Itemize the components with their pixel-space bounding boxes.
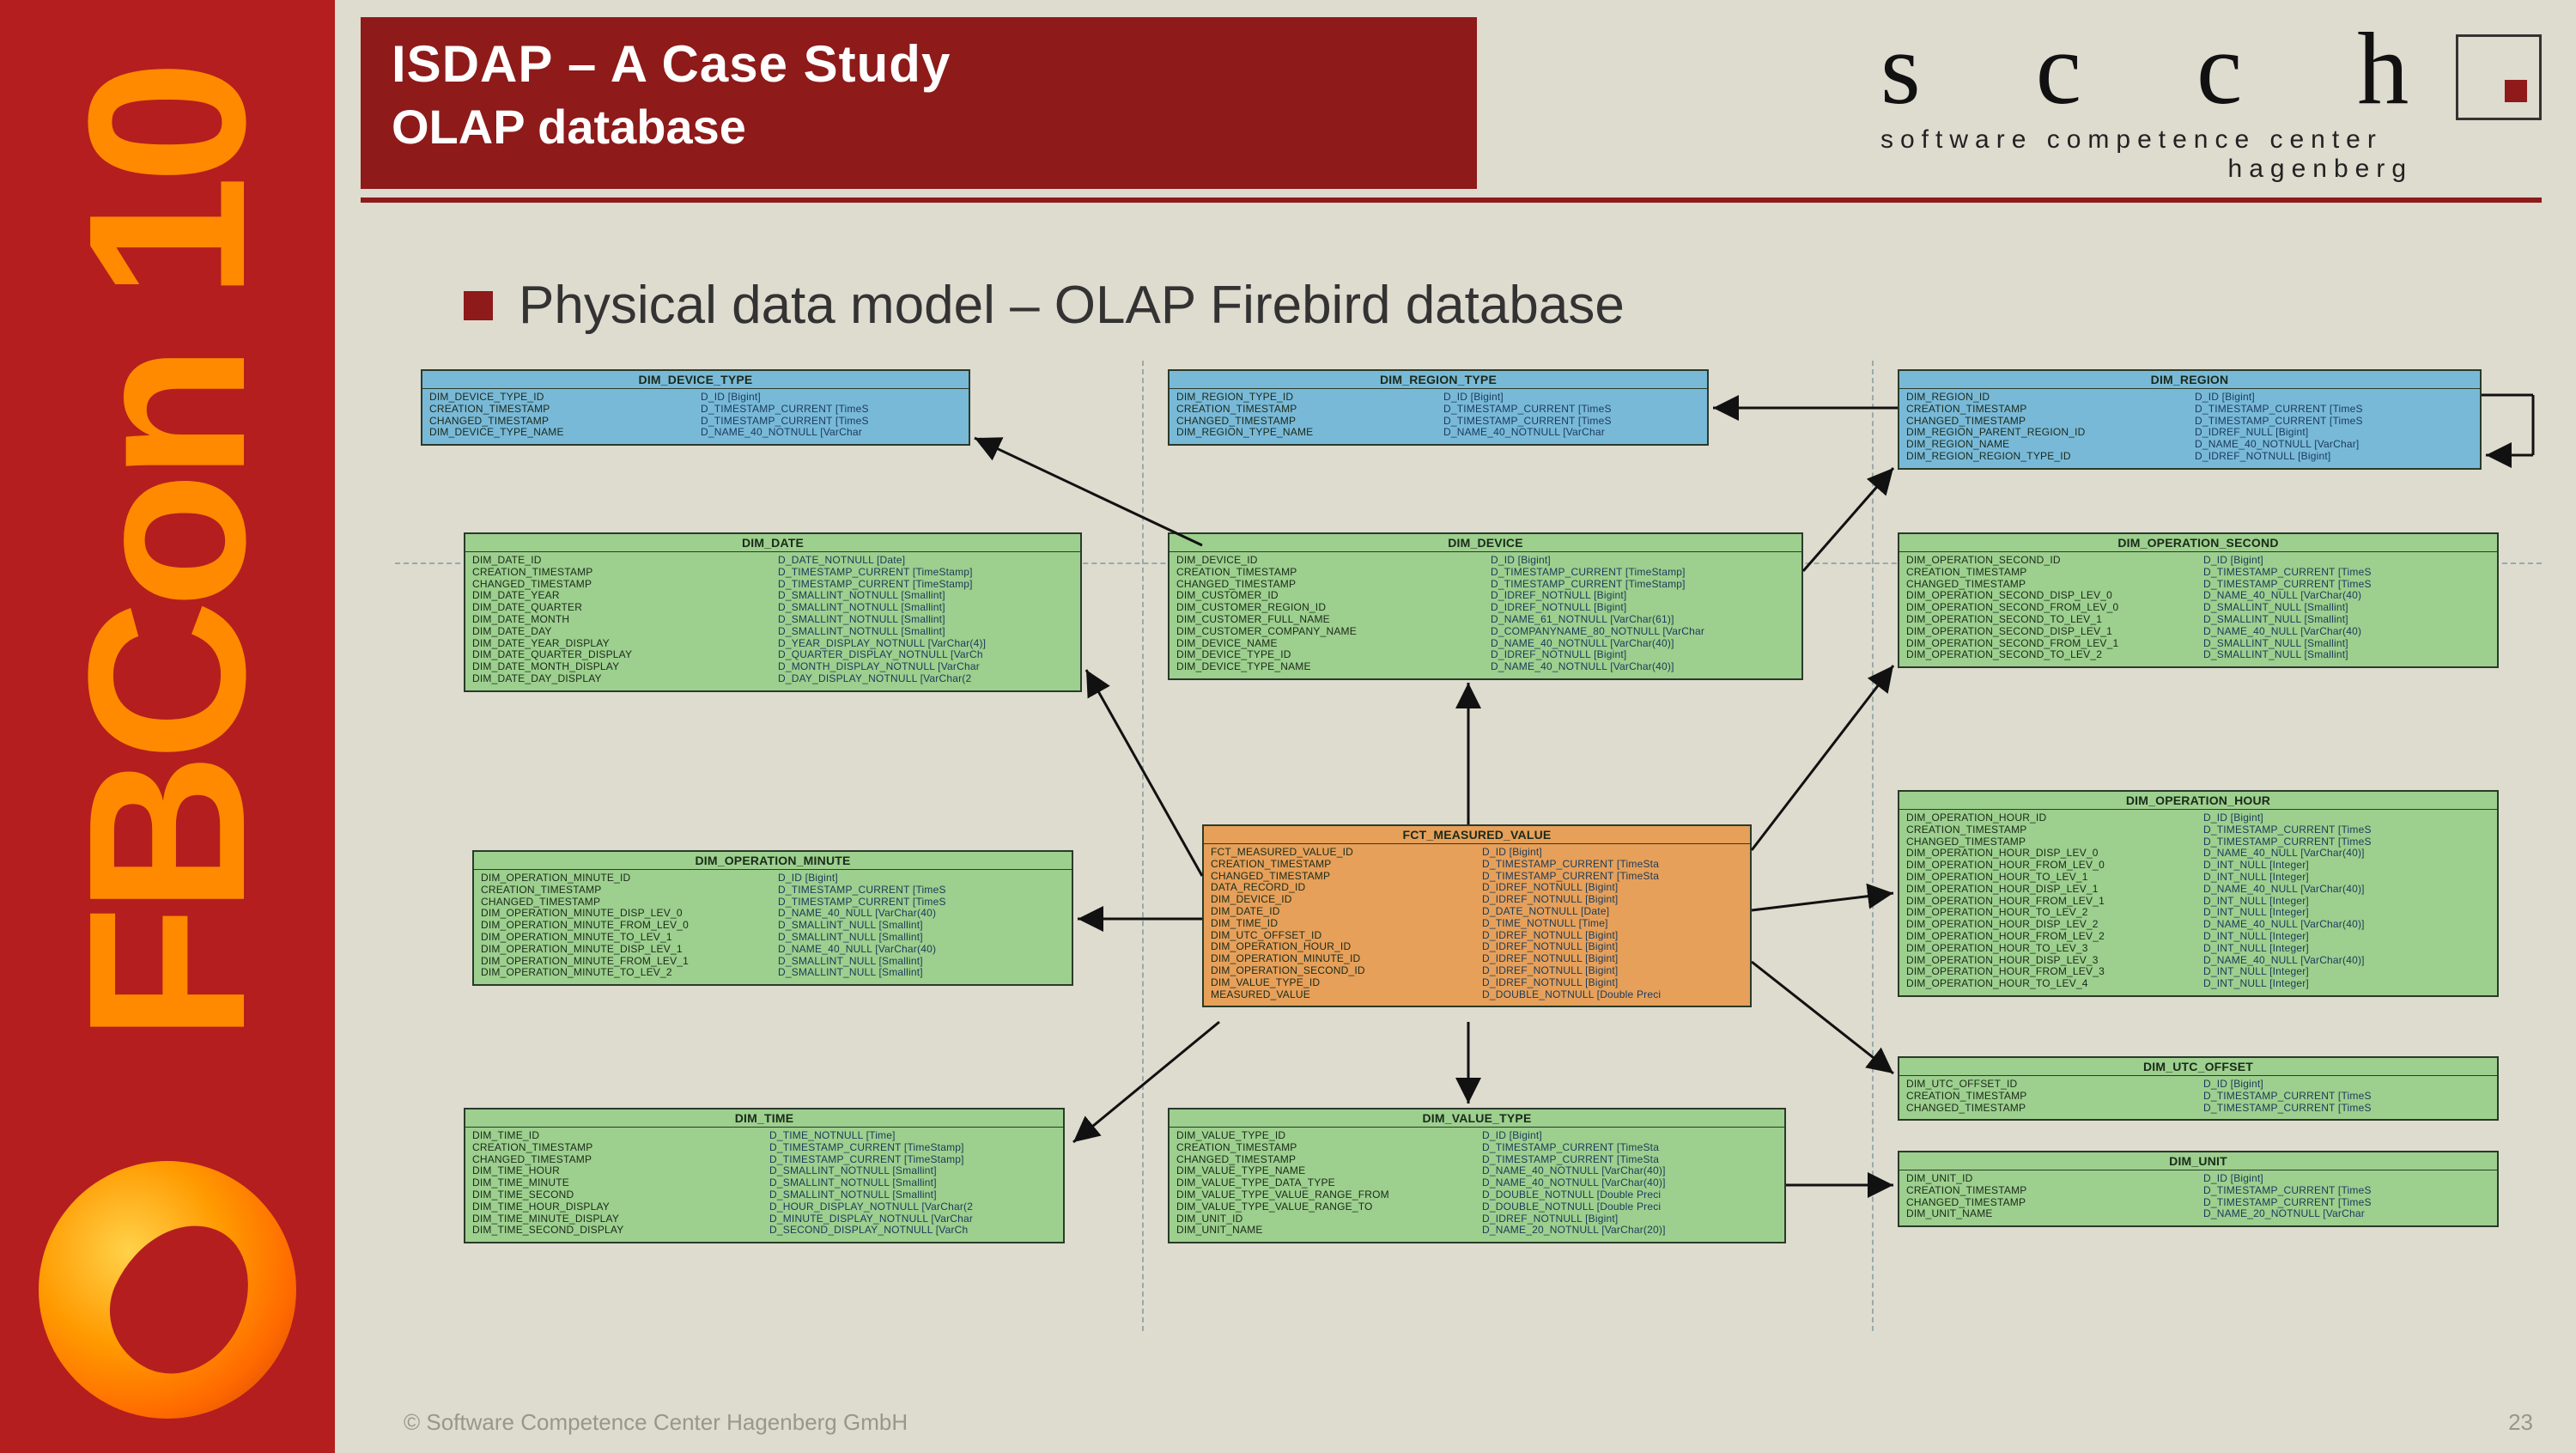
entity-dim-value-type: DIM_VALUE_TYPE DIM_VALUE_TYPE_ID CREATIO… — [1168, 1108, 1786, 1243]
entity-dim-utc-offset: DIM_UTC_OFFSET DIM_UTC_OFFSET_ID CREATIO… — [1898, 1056, 2499, 1121]
entity-dim-operation-second: DIM_OPERATION_SECOND DIM_OPERATION_SECON… — [1898, 532, 2499, 668]
entity-columns: DIM_OPERATION_MINUTE_ID CREATION_TIMESTA… — [481, 872, 768, 979]
entity-types: D_ID [Bigint] D_TIMESTAMP_CURRENT [TimeS… — [1443, 392, 1700, 439]
entity-types: D_ID [Bigint] D_TIMESTAMP_CURRENT [TimeS… — [2203, 1173, 2490, 1220]
entity-columns: DIM_DEVICE_ID CREATION_TIMESTAMP CHANGED… — [1176, 555, 1480, 673]
entity-types: D_ID [Bigint] D_TIMESTAMP_CURRENT [TimeS… — [1482, 847, 1743, 1000]
entity-types: D_ID [Bigint] D_TIMESTAMP_CURRENT [TimeS… — [2203, 555, 2490, 661]
section-heading: Physical data model – OLAP Firebird data… — [464, 275, 1625, 336]
conference-sidebar: FBCon 10 — [0, 0, 335, 1453]
entity-dim-device: DIM_DEVICE DIM_DEVICE_ID CREATION_TIMEST… — [1168, 532, 1803, 680]
entity-columns: DIM_OPERATION_SECOND_ID CREATION_TIMESTA… — [1906, 555, 2193, 661]
entity-title: DIM_UNIT — [1899, 1152, 2497, 1170]
entity-types: D_DATE_NOTNULL [Date] D_TIMESTAMP_CURREN… — [778, 555, 1073, 685]
entity-columns: DIM_VALUE_TYPE_ID CREATION_TIMESTAMP CHA… — [1176, 1130, 1472, 1237]
entity-columns: DIM_UNIT_ID CREATION_TIMESTAMP CHANGED_T… — [1906, 1173, 2193, 1220]
entity-title: DIM_OPERATION_HOUR — [1899, 792, 2497, 810]
entity-title: DIM_REGION — [1899, 371, 2480, 389]
entity-title: DIM_VALUE_TYPE — [1170, 1110, 1784, 1128]
scch-logo-text: s c c h — [1880, 17, 2516, 120]
entity-types: D_ID [Bigint] D_TIMESTAMP_CURRENT [TimeS… — [1491, 555, 1795, 673]
slide-subtitle: OLAP database — [392, 99, 1446, 155]
entity-columns: DIM_REGION_ID CREATION_TIMESTAMP CHANGED… — [1906, 392, 2184, 463]
entity-title: DIM_UTC_OFFSET — [1899, 1058, 2497, 1076]
slide-header: ISDAP – A Case Study OLAP database — [361, 17, 1477, 189]
header-divider — [361, 198, 2542, 203]
entity-dim-device-type: DIM_DEVICE_TYPE DIM_DEVICE_TYPE_ID CREAT… — [421, 369, 970, 446]
entity-dim-unit: DIM_UNIT DIM_UNIT_ID CREATION_TIMESTAMP … — [1898, 1151, 2499, 1227]
entity-dim-region-type: DIM_REGION_TYPE DIM_REGION_TYPE_ID CREAT… — [1168, 369, 1709, 446]
erd-canvas: DIM_DEVICE_TYPE DIM_DEVICE_TYPE_ID CREAT… — [395, 361, 2542, 1331]
entity-title: DIM_REGION_TYPE — [1170, 371, 1707, 389]
scch-tagline-1: software competence center — [1880, 125, 2516, 155]
entity-dim-time: DIM_TIME DIM_TIME_ID CREATION_TIMESTAMP … — [464, 1108, 1065, 1243]
entity-types: D_ID [Bigint] D_TIMESTAMP_CURRENT [TimeS… — [2195, 392, 2473, 463]
entity-columns: DIM_OPERATION_HOUR_ID CREATION_TIMESTAMP… — [1906, 812, 2193, 990]
scch-logo-square-icon — [2505, 80, 2527, 102]
footer-copyright: © Software Competence Center Hagenberg G… — [404, 1409, 908, 1436]
entity-types: D_ID [Bigint] D_TIMESTAMP_CURRENT [TimeS… — [701, 392, 962, 439]
entity-title: DIM_TIME — [465, 1110, 1063, 1128]
entity-types: D_ID [Bigint] D_TIMESTAMP_CURRENT [TimeS… — [778, 872, 1065, 979]
scch-logo-box-icon — [2456, 34, 2542, 120]
firebird-logo-icon — [39, 1161, 296, 1419]
entity-title: DIM_DATE — [465, 534, 1080, 552]
entity-title: DIM_OPERATION_SECOND — [1899, 534, 2497, 552]
entity-columns: DIM_REGION_TYPE_ID CREATION_TIMESTAMP CH… — [1176, 392, 1433, 439]
entity-columns: DIM_DEVICE_TYPE_ID CREATION_TIMESTAMP CH… — [429, 392, 690, 439]
entity-fct-measured-value: FCT_MEASURED_VALUE FCT_MEASURED_VALUE_ID… — [1202, 824, 1752, 1007]
slide-title: ISDAP – A Case Study — [392, 34, 1446, 94]
entity-dim-region: DIM_REGION DIM_REGION_ID CREATION_TIMEST… — [1898, 369, 2482, 470]
guide-line — [1142, 361, 1144, 1331]
entity-dim-date: DIM_DATE DIM_DATE_ID CREATION_TIMESTAMP … — [464, 532, 1082, 692]
entity-types: D_ID [Bigint] D_TIMESTAMP_CURRENT [TimeS… — [2203, 1079, 2490, 1114]
entity-title: DIM_OPERATION_MINUTE — [474, 852, 1072, 870]
scch-logo: s c c h software competence center hagen… — [1880, 17, 2516, 189]
entity-columns: DIM_DATE_ID CREATION_TIMESTAMP CHANGED_T… — [472, 555, 768, 685]
entity-title: FCT_MEASURED_VALUE — [1204, 826, 1750, 844]
section-heading-text: Physical data model – OLAP Firebird data… — [519, 275, 1625, 336]
entity-dim-operation-minute: DIM_OPERATION_MINUTE DIM_OPERATION_MINUT… — [472, 850, 1073, 986]
entity-columns: DIM_UTC_OFFSET_ID CREATION_TIMESTAMP CHA… — [1906, 1079, 2193, 1114]
scch-tagline-2: hagenberg — [1880, 155, 2516, 184]
bullet-icon — [464, 291, 493, 320]
entity-types: D_TIME_NOTNULL [Time] D_TIMESTAMP_CURREN… — [769, 1130, 1056, 1237]
entity-title: DIM_DEVICE_TYPE — [422, 371, 969, 389]
entity-title: DIM_DEVICE — [1170, 534, 1801, 552]
guide-line — [1872, 361, 1874, 1331]
entity-types: D_ID [Bigint] D_TIMESTAMP_CURRENT [TimeS… — [1482, 1130, 1777, 1237]
entity-dim-operation-hour: DIM_OPERATION_HOUR DIM_OPERATION_HOUR_ID… — [1898, 790, 2499, 997]
conference-brand: FBCon 10 — [56, 0, 279, 1161]
entity-types: D_ID [Bigint] D_TIMESTAMP_CURRENT [TimeS… — [2203, 812, 2490, 990]
entity-columns: DIM_TIME_ID CREATION_TIMESTAMP CHANGED_T… — [472, 1130, 759, 1237]
entity-columns: FCT_MEASURED_VALUE_ID CREATION_TIMESTAMP… — [1211, 847, 1472, 1000]
page-number: 23 — [2508, 1409, 2533, 1436]
